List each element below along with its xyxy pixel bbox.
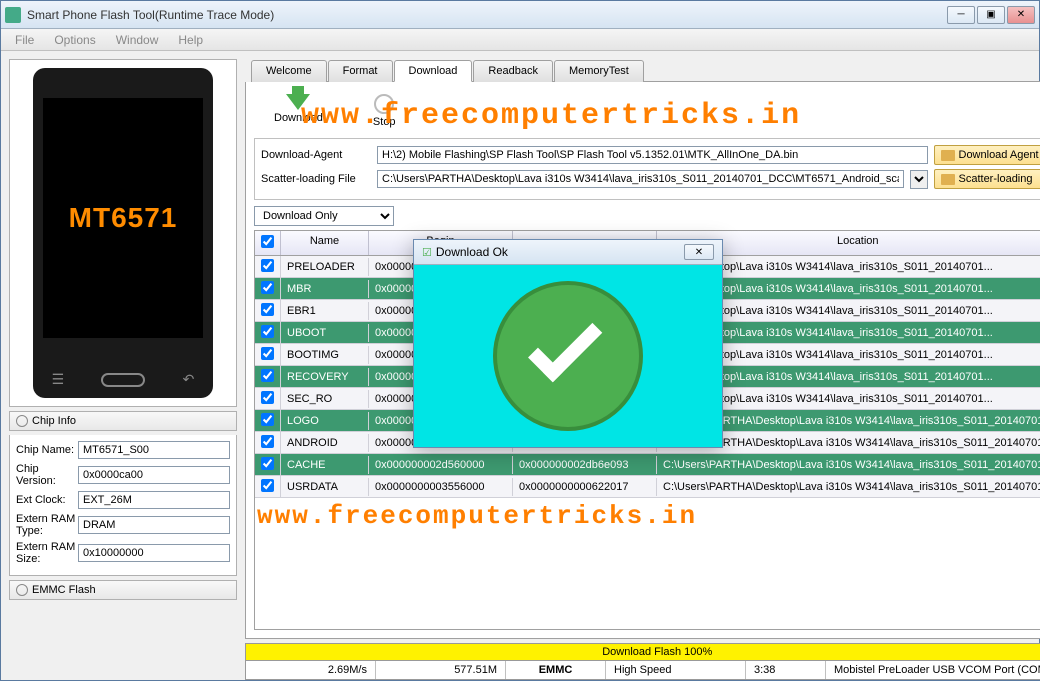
row-checkbox[interactable] <box>261 347 274 360</box>
row-checkbox[interactable] <box>261 369 274 382</box>
menu-file[interactable]: File <box>5 33 44 47</box>
main-window: Smart Phone Flash Tool(Runtime Trace Mod… <box>0 0 1040 681</box>
row-begin: 0x0000000003556000 <box>369 478 513 496</box>
scatter-loading-button[interactable]: Scatter-loading <box>934 169 1040 189</box>
row-checkbox[interactable] <box>261 259 274 272</box>
row-name: LOGO <box>281 412 369 430</box>
row-begin: 0x000000002d560000 <box>369 456 513 474</box>
table-row[interactable]: CACHE0x000000002d5600000x000000002db6e09… <box>255 454 1040 476</box>
row-name: UBOOT <box>281 324 369 342</box>
emmc-header[interactable]: EMMC Flash <box>9 580 237 600</box>
window-title: Smart Phone Flash Tool(Runtime Trace Mod… <box>27 8 947 22</box>
phone-preview: MT6571 ☰ ↶ <box>9 59 237 407</box>
phone-chip-label: MT6571 <box>69 202 178 234</box>
row-name: RECOVERY <box>281 368 369 386</box>
row-checkbox[interactable] <box>261 303 274 316</box>
status-type: EMMC <box>506 661 606 679</box>
chip-info-header[interactable]: Chip Info <box>9 411 237 431</box>
dialog-title: Download Ok <box>436 245 684 259</box>
chip-name-field[interactable] <box>78 441 230 459</box>
tab-bar: Welcome Format Download Readback MemoryT… <box>251 59 1040 82</box>
row-name: MBR <box>281 280 369 298</box>
tab-format[interactable]: Format <box>328 60 393 82</box>
tab-welcome[interactable]: Welcome <box>251 60 327 82</box>
row-name: EBR1 <box>281 302 369 320</box>
menu-options[interactable]: Options <box>44 33 105 47</box>
gear-icon <box>16 584 28 596</box>
row-checkbox[interactable] <box>261 325 274 338</box>
gear-icon <box>16 415 28 427</box>
ram-size-field[interactable] <box>78 544 230 562</box>
row-checkbox[interactable] <box>261 413 274 426</box>
chip-version-field[interactable] <box>78 466 230 484</box>
row-location: C:\Users\PARTHA\Desktop\Lava i310s W3414… <box>657 456 1040 474</box>
row-checkbox[interactable] <box>261 435 274 448</box>
titlebar[interactable]: Smart Phone Flash Tool(Runtime Trace Mod… <box>1 1 1039 29</box>
progress-bar: Download Flash 100% <box>245 643 1040 661</box>
dialog-close-button[interactable]: ✕ <box>684 244 714 260</box>
scatter-file-field[interactable] <box>377 170 904 188</box>
folder-icon <box>941 174 955 185</box>
tab-memorytest[interactable]: MemoryTest <box>554 60 644 82</box>
scatter-history-dropdown[interactable] <box>910 170 928 189</box>
row-checkbox[interactable] <box>261 391 274 404</box>
row-checkbox[interactable] <box>261 281 274 294</box>
stop-icon <box>374 94 394 114</box>
row-end: 0x0000000000622017 <box>513 478 657 496</box>
row-checkbox[interactable] <box>261 479 274 492</box>
stop-button[interactable]: Stop <box>373 94 396 128</box>
row-name: BOOTIMG <box>281 346 369 364</box>
menubar: File Options Window Help <box>1 29 1039 51</box>
download-mode-select[interactable]: Download Only <box>254 206 394 226</box>
app-icon <box>5 7 21 23</box>
download-arrow-icon <box>286 94 310 110</box>
chip-info-panel: Chip Name: Chip Version: Ext Clock: Exte… <box>9 435 237 576</box>
download-agent-field[interactable] <box>377 146 928 164</box>
folder-icon <box>941 150 955 161</box>
row-name: CACHE <box>281 456 369 474</box>
phone-back-icon: ↶ <box>183 371 195 388</box>
download-ok-dialog[interactable]: ☑ Download Ok ✕ <box>413 239 723 448</box>
row-checkbox[interactable] <box>261 457 274 470</box>
status-size: 577.51M <box>376 661 506 679</box>
success-icon: ☑ <box>422 246 432 259</box>
minimize-button[interactable]: ─ <box>947 6 975 24</box>
ext-clock-field[interactable] <box>78 491 230 509</box>
menu-window[interactable]: Window <box>106 33 169 47</box>
tab-readback[interactable]: Readback <box>473 60 553 82</box>
ram-type-field[interactable] <box>78 516 230 534</box>
download-agent-button[interactable]: Download Agent <box>934 145 1040 165</box>
row-name: USRDATA <box>281 478 369 496</box>
table-row[interactable]: USRDATA0x00000000035560000x0000000000622… <box>255 476 1040 498</box>
tab-download[interactable]: Download <box>394 60 473 82</box>
select-all-checkbox[interactable] <box>261 235 274 248</box>
menu-help[interactable]: Help <box>168 33 213 47</box>
left-panel: MT6571 ☰ ↶ Chip Info Chip Name: Chip Ver… <box>1 51 245 680</box>
phone-menu-icon: ☰ <box>52 371 65 388</box>
status-bar: 2.69M/s 577.51M EMMC High Speed 3:38 Mob… <box>245 661 1040 680</box>
status-port: Mobistel PreLoader USB VCOM Port (COM3) <box>826 661 1040 679</box>
row-location: C:\Users\PARTHA\Desktop\Lava i310s W3414… <box>657 478 1040 496</box>
row-name: ANDROID <box>281 434 369 452</box>
row-end: 0x000000002db6e093 <box>513 456 657 474</box>
phone-home-button <box>101 373 145 387</box>
close-button[interactable]: ✕ <box>1007 6 1035 24</box>
row-name: PRELOADER <box>281 258 369 276</box>
status-time: 3:38 <box>746 661 826 679</box>
status-speed: 2.69M/s <box>246 661 376 679</box>
checkmark-circle-icon <box>493 281 643 431</box>
download-button[interactable]: Download <box>274 94 323 128</box>
status-mode: High Speed <box>606 661 746 679</box>
maximize-button[interactable]: ▣ <box>977 6 1005 24</box>
row-name: SEC_RO <box>281 390 369 408</box>
